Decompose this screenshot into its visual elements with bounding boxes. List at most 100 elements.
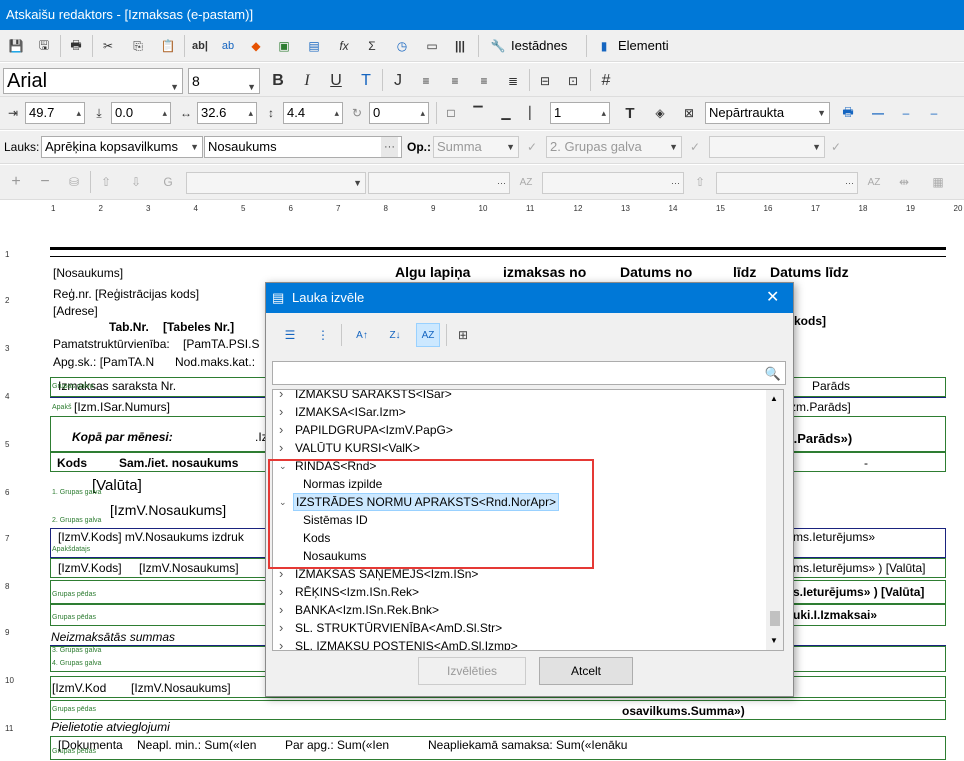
table-icon[interactable]: ▦	[928, 172, 948, 192]
expand-right-icon[interactable]: ›	[279, 601, 283, 619]
sort-za-icon[interactable]: AZ	[864, 172, 884, 192]
report-name[interactable]: [Nosaukums]	[53, 266, 123, 280]
barcode-icon[interactable]: |||	[450, 36, 470, 56]
border-bottom-icon[interactable]: ▁	[496, 103, 516, 123]
report-adrese[interactable]: [Adrese]	[53, 304, 98, 318]
remove-icon[interactable]: −	[35, 172, 55, 192]
image-icon[interactable]: ▣	[274, 36, 294, 56]
db-image-icon[interactable]: ▤	[304, 36, 324, 56]
sort-desc-icon-dlg[interactable]: Z↓	[385, 325, 405, 345]
header-datums[interactable]: Datums no	[620, 264, 692, 280]
field-source-select[interactable]: Aprēķina kopsavilkums ▼	[41, 136, 203, 158]
check-icon-2[interactable]: ✓	[685, 137, 705, 157]
expand-right-icon[interactable]: ›	[279, 390, 283, 403]
tree-node[interactable]: › SL. STRUKTŪRVIENĪBA<AmD.Sl.Str>	[273, 619, 767, 637]
left-input[interactable]: 49.7 ▴	[25, 102, 85, 124]
sort-az-icon[interactable]: AZ	[516, 172, 536, 192]
wrap-icon[interactable]: ⊡	[563, 71, 583, 91]
field-name-input[interactable]: Nosaukums ···	[204, 136, 402, 158]
align-left-icon[interactable]: ≡	[416, 71, 436, 91]
tabnr-value[interactable]: [Tabeles Nr.]	[163, 320, 234, 334]
tree-node[interactable]: › SL. IZMAKSU POSTENIS<AmD.Sl.Izmp>	[273, 637, 767, 650]
list-view-icon[interactable]: ☰	[280, 325, 300, 345]
expand-right-icon[interactable]: ›	[279, 637, 283, 650]
izmaksai-field[interactable]: uki.I.Izmaksai»	[793, 608, 877, 622]
label-icon[interactable]: ab|	[190, 36, 210, 56]
border-style-select[interactable]: Nepārtraukta ▼	[705, 102, 830, 124]
tree-node[interactable]: › IZMAKSU SARAKSTS<ISar>	[273, 390, 767, 403]
izm-parads-field[interactable]: zm.Parāds]	[790, 400, 851, 414]
line-thick-icon[interactable]: –	[924, 103, 944, 123]
formula-icon[interactable]: fx	[334, 36, 354, 56]
height-input[interactable]: 4.4 ▴	[283, 102, 343, 124]
cut-icon[interactable]: ✂	[98, 36, 118, 56]
cancel-button[interactable]: Atcelt	[539, 657, 633, 685]
valign-icon[interactable]: ⊟	[535, 71, 555, 91]
elements-button[interactable]: Elementi	[618, 35, 669, 57]
neapl-field[interactable]: Neapl. min.: Sum(«Ien	[137, 738, 256, 752]
font-select[interactable]: Arial ▼	[3, 68, 183, 94]
sort-field-1[interactable]: ▼	[186, 172, 366, 194]
nodmaks-field[interactable]: Nod.maks.kat.:	[175, 355, 255, 369]
scroll-thumb[interactable]	[770, 611, 780, 626]
grid-icon[interactable]: #	[596, 71, 616, 91]
kods-row[interactable]: [IzmV.Kods] mV.Nosaukums izdruk	[58, 530, 244, 544]
sum-icon[interactable]: Σ	[362, 36, 382, 56]
border-top-icon[interactable]: ▔	[468, 103, 488, 123]
align-center-icon[interactable]: ≡	[445, 71, 465, 91]
ieturejums2[interactable]: ms.Ieturējums» ) [Valūta]	[793, 561, 926, 575]
close-icon[interactable]: ✕	[766, 283, 779, 313]
settings-button[interactable]: Iestādnes	[511, 35, 567, 57]
ieturejums3[interactable]: s.Ieturējums» ) [Valūta]	[793, 585, 924, 599]
print-preview-icon[interactable]: 🖶	[66, 36, 86, 56]
italic-icon[interactable]: I	[297, 71, 317, 91]
neizmaks-label[interactable]: Neizmaksātās summas	[51, 630, 175, 644]
tree-node[interactable]: › PAPILDGRUPA<IzmV.PapG>	[273, 421, 767, 439]
expand-right-icon[interactable]: ›	[279, 439, 283, 457]
save-as-icon[interactable]: 🖫	[34, 36, 54, 56]
scroll-down-icon[interactable]: ▼	[770, 636, 778, 645]
search-icon[interactable]: 🔍	[765, 364, 781, 384]
neaplsam-field[interactable]: Neapliekamā samaksa: Sum(«Ienāku	[428, 738, 627, 752]
dash-label[interactable]: -	[864, 456, 868, 470]
add-icon[interactable]: +	[6, 172, 26, 192]
top-input[interactable]: 0.0 ▴	[111, 102, 171, 124]
settings-icon[interactable]: 🔧	[488, 36, 508, 56]
expand-right-icon[interactable]: ›	[279, 619, 283, 637]
op-select[interactable]: Summa ▼	[433, 136, 519, 158]
paste-icon[interactable]: 📋	[158, 36, 178, 56]
pamat-value[interactable]: [PamTA.PSI.S	[183, 337, 259, 351]
sort-toggle-icon[interactable]: AZ	[416, 323, 440, 347]
check-icon-3[interactable]: ✓	[826, 137, 846, 157]
header-datumslidz[interactable]: Datums līdz	[770, 264, 849, 280]
expand-right-icon[interactable]: ›	[279, 583, 283, 601]
parads2-field[interactable]: l.Parāds»)	[790, 431, 852, 446]
sort-field-4[interactable]: ···	[716, 172, 858, 194]
align-justify-icon[interactable]: ≣	[503, 71, 523, 91]
fill-icon[interactable]: ◈	[650, 103, 670, 123]
summa-field[interactable]: osavilkums.Summa»)	[622, 704, 745, 718]
date-icon[interactable]: ◷	[392, 36, 412, 56]
tree-node[interactable]: › RĒĶINS<Izm.ISn.Rek>	[273, 583, 767, 601]
parads-label[interactable]: Parāds	[812, 379, 850, 393]
align-right-icon[interactable]: ≡	[474, 71, 494, 91]
group-select[interactable]: 2. Grupas galva ▼	[546, 136, 682, 158]
header-algu[interactable]: Algu lapiņa	[395, 264, 470, 280]
rotation-input[interactable]: 0 ▴	[369, 102, 429, 124]
text-color-icon[interactable]: T	[356, 71, 376, 91]
header-lidz[interactable]: līdz	[733, 264, 756, 280]
sort-asc-icon[interactable]: ⇧	[690, 172, 710, 192]
apg-field[interactable]: Apg.sk.: [PamTA.N	[53, 355, 154, 369]
font-tool-icon[interactable]: T	[620, 103, 640, 123]
sort-field-3[interactable]: ···	[542, 172, 684, 194]
save-icon[interactable]: 💾	[6, 36, 26, 56]
check-icon[interactable]: ✓	[522, 137, 542, 157]
field-icon[interactable]: ab	[218, 36, 238, 56]
ieturejums1[interactable]: ms.Ieturējums»	[793, 530, 875, 544]
page-number-icon[interactable]: ▭	[422, 36, 442, 56]
sort-field-2[interactable]: ···	[368, 172, 510, 194]
line-medium-icon[interactable]: –	[896, 103, 916, 123]
tree-node[interactable]: › IZMAKSA<ISar.Izm>	[273, 403, 767, 421]
tree-scrollbar[interactable]: ▲ ▼	[766, 390, 783, 650]
samiet-label[interactable]: Sam./iet. nosaukums	[119, 456, 238, 470]
